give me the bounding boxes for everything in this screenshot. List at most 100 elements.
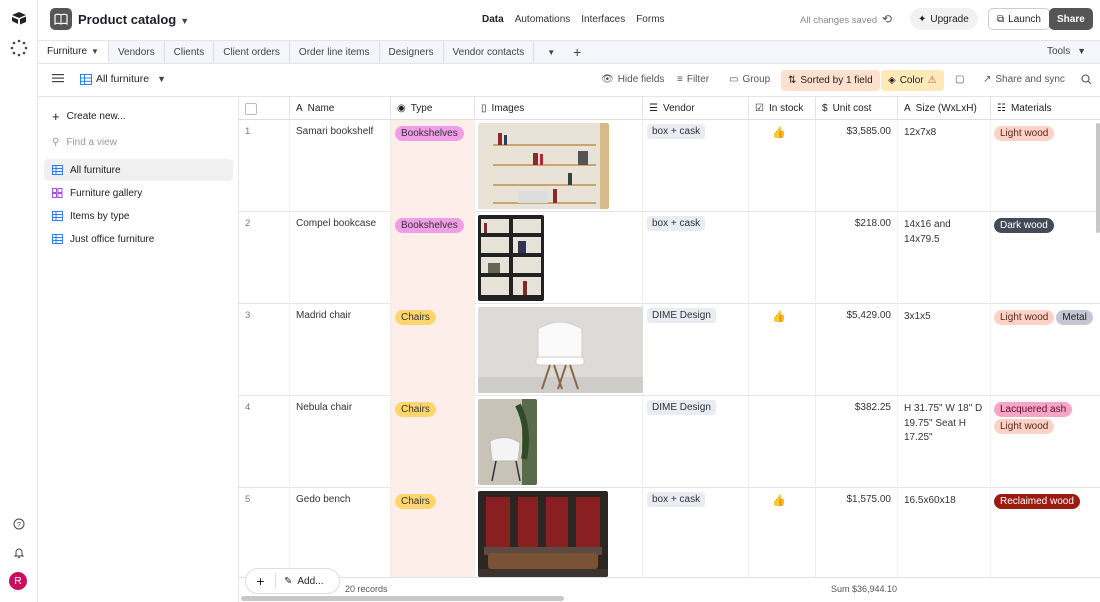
horizontal-scrollbar[interactable] <box>241 596 564 601</box>
table-row[interactable]: 2 Compel bookcase Bookshelves box + cask $21… <box>239 212 1100 304</box>
sidebar-view-items-by-type[interactable]: Items by type <box>44 205 233 227</box>
tab-vendors[interactable]: Vendors <box>109 41 165 63</box>
row-number-cell[interactable]: 2 <box>239 212 290 304</box>
vendor-cell[interactable]: box + cask <box>643 212 749 304</box>
nav-forms[interactable]: Forms <box>636 14 664 25</box>
share-button[interactable]: Share <box>1049 8 1093 30</box>
in-stock-cell[interactable]: 👍 <box>749 120 816 212</box>
materials-cell[interactable]: Light wood <box>991 120 1100 212</box>
vendor-cell[interactable]: DIME Design <box>643 304 749 396</box>
type-cell[interactable]: Chairs <box>391 396 475 488</box>
sidebar-view-just-office-furniture[interactable]: Just office furniture <box>44 228 233 250</box>
size-cell[interactable]: 14x16 and 14x79.5 <box>898 212 991 304</box>
size-cell[interactable]: 16.5x60x18 <box>898 488 991 580</box>
type-cell[interactable]: Bookshelves <box>391 120 475 212</box>
vertical-scrollbar[interactable] <box>1096 123 1100 233</box>
images-cell[interactable] <box>475 120 643 212</box>
product-image[interactable] <box>478 399 537 485</box>
in-stock-cell[interactable]: 👍 <box>749 488 816 580</box>
name-cell[interactable]: Gedo bench <box>290 488 391 580</box>
add-record-plus-icon[interactable]: + <box>246 573 276 589</box>
tab-clients[interactable]: Clients <box>165 41 215 63</box>
share-sync-button[interactable]: ↗ Share and sync <box>983 74 1065 85</box>
column-header-unit-cost[interactable]: $ Unit cost <box>816 97 898 120</box>
in-stock-cell[interactable]: 👍 <box>749 304 816 396</box>
images-cell[interactable] <box>475 304 643 396</box>
unit-cost-cell[interactable]: $3,585.00 <box>816 120 898 212</box>
sort-button[interactable]: ⇅ Sorted by 1 field <box>781 70 880 91</box>
name-cell[interactable]: Nebula chair <box>290 396 391 488</box>
column-header-vendor[interactable]: ☰ Vendor <box>643 97 749 120</box>
column-header-materials[interactable]: ☷ Materials <box>991 97 1100 120</box>
tools-menu[interactable]: Tools ▼ <box>1047 46 1086 57</box>
group-button[interactable]: ▭ Group <box>729 74 770 85</box>
column-header-images[interactable]: ▯ Images <box>475 97 643 120</box>
vendor-cell[interactable]: box + cask <box>643 120 749 212</box>
base-book-icon[interactable] <box>50 8 72 30</box>
column-header-in-stock[interactable]: ☑ In stock <box>749 97 816 120</box>
product-image[interactable] <box>478 307 643 393</box>
unit-cost-cell[interactable]: $218.00 <box>816 212 898 304</box>
row-number-cell[interactable]: 5 <box>239 488 290 580</box>
name-cell[interactable]: Samari bookshelf <box>290 120 391 212</box>
size-cell[interactable]: 3x1x5 <box>898 304 991 396</box>
view-switcher[interactable]: All furniture ▼ <box>80 73 166 85</box>
type-cell[interactable]: Bookshelves <box>391 212 475 304</box>
column-header-name[interactable]: A Name <box>290 97 391 120</box>
name-cell[interactable]: Madrid chair <box>290 304 391 396</box>
vendor-cell[interactable]: DIME Design <box>643 396 749 488</box>
materials-cell[interactable]: Lacquered ash Light wood <box>991 396 1100 488</box>
nav-interfaces[interactable]: Interfaces <box>581 14 625 25</box>
upgrade-button[interactable]: ✦ Upgrade <box>910 8 978 30</box>
tab-order-line-items[interactable]: Order line items <box>290 41 380 63</box>
hamburger-menu-icon[interactable] <box>52 73 64 83</box>
product-image[interactable] <box>478 215 544 301</box>
vendor-link-tag[interactable]: box + cask <box>647 492 706 507</box>
workspace-spinner-icon[interactable] <box>9 38 29 58</box>
find-view-input[interactable]: ⚲ Find a view <box>44 131 233 153</box>
launch-button[interactable]: ⧉ Launch <box>988 8 1050 30</box>
tab-client-orders[interactable]: Client orders <box>214 41 290 63</box>
materials-cell[interactable]: Dark wood <box>991 212 1100 304</box>
notifications-bell-icon[interactable] <box>9 543 29 563</box>
vendor-link-tag[interactable]: DIME Design <box>647 308 716 323</box>
vendor-link-tag[interactable]: box + cask <box>647 216 706 231</box>
vendor-link-tag[interactable]: box + cask <box>647 124 706 139</box>
tab-furniture[interactable]: Furniture ▼ <box>38 41 109 63</box>
search-icon[interactable] <box>1081 74 1092 85</box>
column-header-size[interactable]: A Size (WxLxH) <box>898 97 991 120</box>
materials-cell[interactable]: Light wood Metal <box>991 304 1100 396</box>
sidebar-view-furniture-gallery[interactable]: Furniture gallery <box>44 182 233 204</box>
row-number-cell[interactable]: 1 <box>239 120 290 212</box>
help-icon[interactable]: ? <box>9 514 29 534</box>
nav-automations[interactable]: Automations <box>515 14 571 25</box>
materials-cell[interactable]: Reclaimed wood <box>991 488 1100 580</box>
images-cell[interactable] <box>475 212 643 304</box>
table-row[interactable]: 4 Nebula chair Chairs DIME Design $382.25 H 3… <box>239 396 1100 488</box>
images-cell[interactable] <box>475 396 643 488</box>
select-all-checkbox[interactable] <box>239 97 290 120</box>
airtable-logo-icon[interactable] <box>9 8 29 28</box>
name-cell[interactable]: Compel bookcase <box>290 212 391 304</box>
add-with-ai-button[interactable]: ✎ Add... <box>276 576 324 587</box>
product-image[interactable] <box>478 491 608 577</box>
tab-vendor-contacts[interactable]: Vendor contacts <box>444 41 535 63</box>
type-cell[interactable]: Chairs <box>391 488 475 580</box>
images-cell[interactable] <box>475 488 643 580</box>
unit-cost-cell[interactable]: $1,575.00 <box>816 488 898 580</box>
row-number-cell[interactable]: 3 <box>239 304 290 396</box>
color-button[interactable]: ◈ Color ⚠ <box>881 70 944 91</box>
hide-fields-button[interactable]: 👁 Hide fields <box>601 74 664 85</box>
create-new-view-button[interactable]: + Create new... <box>44 105 233 127</box>
row-number-cell[interactable]: 4 <box>239 396 290 488</box>
type-cell[interactable]: Chairs <box>391 304 475 396</box>
history-icon[interactable]: ⟲ <box>882 12 892 26</box>
filter-button[interactable]: ≡ Filter <box>677 74 709 85</box>
unit-cost-cell[interactable]: $382.25 <box>816 396 898 488</box>
base-title[interactable]: Product catalog ▼ <box>78 12 189 27</box>
size-cell[interactable]: H 31.75" W 18" D 19.75" Seat H 17.25" <box>898 396 991 488</box>
row-height-icon[interactable]: ▢ <box>955 74 964 85</box>
product-image[interactable] <box>478 123 609 209</box>
tab-designers[interactable]: Designers <box>380 41 444 63</box>
vendor-cell[interactable]: box + cask <box>643 488 749 580</box>
